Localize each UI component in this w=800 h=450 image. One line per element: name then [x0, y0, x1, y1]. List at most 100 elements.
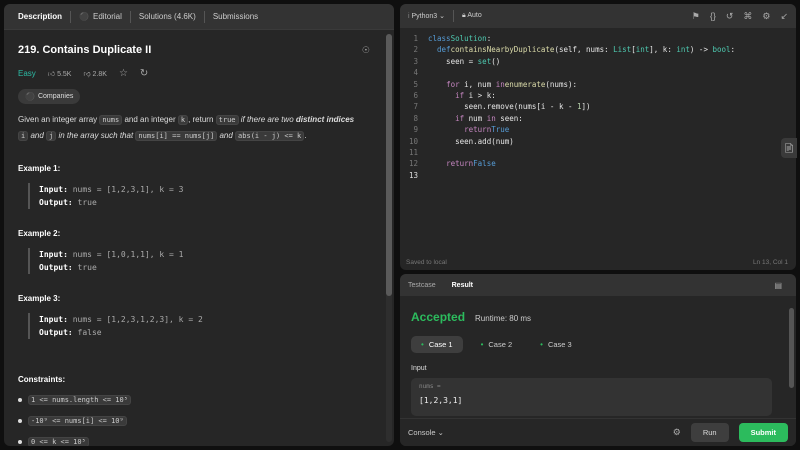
tab-result[interactable]: Result [452, 282, 473, 289]
info-icon[interactable]: ☉ [362, 45, 370, 56]
case-tab-2[interactable]: • Case 2 [471, 336, 523, 353]
statement-text: , return [188, 115, 216, 124]
language-select[interactable]: i Python3 ⌄ [408, 12, 445, 20]
tab-description-label: Description [18, 12, 63, 21]
code-token: in [486, 113, 496, 123]
chevron-down-icon: ⌄ [437, 428, 444, 437]
code-token: ) -> [689, 45, 713, 55]
example-input: nums = [1,2,3,1,2,3], k = 2 [67, 315, 203, 324]
code-token: if [455, 90, 465, 100]
code-line: 11 [400, 148, 796, 159]
tab-description[interactable]: Description [10, 4, 70, 30]
input-label: Input: [39, 250, 68, 259]
share-icon[interactable]: ↻ [140, 68, 148, 79]
code-line: 9 return True [400, 125, 796, 136]
example-input: nums = [1,0,1,1], k = 1 [67, 250, 184, 259]
cursor-position: Ln 13, Col 1 [752, 259, 788, 266]
bookmark-icon[interactable]: ⚑ [692, 11, 700, 22]
constraint-text: -10⁹ <= nums[i] <= 10⁹ [28, 416, 127, 426]
code-token: num [464, 113, 487, 123]
example-title: Example 1: [18, 164, 61, 173]
tab-editorial[interactable]: ⚫ Editorial [71, 4, 130, 30]
lock-icon: ⚫ [25, 92, 35, 101]
check-dot-icon: • [421, 340, 424, 349]
companies-label: Companies [37, 93, 74, 100]
case-tab-3[interactable]: • Case 3 [530, 336, 582, 353]
star-icon[interactable]: ☆ [119, 68, 128, 79]
input-value-box: nums = [1,2,3,1] [411, 378, 772, 416]
example-input: nums = [1,2,3,1], k = 3 [67, 185, 184, 194]
line-number: 10 [408, 136, 418, 146]
code-line: 6 if i > k: [400, 91, 796, 102]
statement-text: in the array such that [56, 131, 136, 140]
collapse-icon[interactable]: ↙ [780, 11, 788, 22]
example-block: Input: nums = [1,2,3,1,2,3], k = 2 Outpu… [28, 313, 370, 339]
debug-icon[interactable]: ⚙ [673, 427, 681, 438]
braces-icon[interactable]: {} [710, 11, 716, 21]
scrollbar-thumb[interactable] [386, 34, 392, 296]
companies-button[interactable]: ⚫ Companies [18, 89, 81, 104]
code-token: enumerate [504, 79, 546, 89]
dislike-button[interactable]: 👎︎ 2.8K [83, 69, 106, 78]
problem-meta: Easy 👍︎ 5.5K 👎︎ 2.8K ☆ ↻ [18, 68, 370, 79]
tab-solutions[interactable]: Solutions (4.6K) [131, 4, 204, 30]
example-output: false [72, 328, 102, 337]
like-button[interactable]: 👍︎ 5.5K [48, 69, 72, 78]
auto-label: Auto [467, 12, 482, 19]
dislike-count: 2.8K [92, 71, 107, 78]
notes-icon[interactable]: 📄︎ [781, 138, 797, 158]
statement-text: Given an integer array [18, 115, 100, 124]
statement-text: and [217, 131, 236, 140]
left-tabbar: Description ⚫ Editorial Solutions (4.6K) … [4, 4, 394, 30]
result-footer: Console ⌄ ⚙ Run Submit [400, 418, 796, 446]
code-token: () [491, 56, 501, 66]
expand-icon[interactable]: ▤ [774, 281, 782, 290]
code-content[interactable]: 1 class Solution: 2 def containsNearbyDup… [400, 34, 796, 182]
description-panel: Description ⚫ Editorial Solutions (4.6K) … [4, 4, 394, 446]
submit-button[interactable]: Submit [738, 423, 788, 442]
line-number: 9 [413, 125, 418, 135]
command-icon[interactable]: ⌘ [743, 11, 752, 22]
statement-text: and [28, 131, 47, 140]
example-block: Input: nums = [1,2,3,1], k = 3 Output: t… [28, 183, 370, 209]
code-line: 3 seen = set() [400, 57, 796, 68]
console-button[interactable]: Console ⌄ [408, 428, 444, 437]
code-token: : [730, 45, 736, 55]
run-button[interactable]: Run [690, 423, 729, 442]
code-line: 1 class Solution: [400, 34, 796, 45]
like-count: 5.5K [57, 71, 72, 78]
scrollbar-thumb[interactable] [789, 308, 794, 388]
line-number: 12 [408, 159, 418, 169]
statement-text: and an integer [122, 115, 178, 124]
tab-testcase[interactable]: Testcase [408, 282, 436, 289]
input-label: Input: [39, 185, 68, 194]
code-token: if [455, 113, 465, 123]
code-token: for [446, 79, 460, 89]
code-token: return [464, 125, 492, 135]
line-number: 11 [408, 147, 418, 157]
result-status-row: Accepted Runtime: 80 ms [411, 310, 796, 324]
auto-mode[interactable]: 🔒︎ Auto [462, 12, 482, 20]
thumbs-up-icon: 👍︎ [47, 71, 56, 78]
code-token: seen.remove(nums[i - k - [428, 102, 578, 112]
code-token: ]) [581, 102, 591, 112]
reset-icon[interactable]: ↺ [726, 11, 734, 22]
output-label: Output: [39, 263, 73, 272]
code-token: i > k: [464, 90, 496, 100]
settings-icon[interactable]: ⚙ [762, 11, 770, 22]
constraint-item: -10⁹ <= nums[i] <= 10⁹ [18, 416, 370, 426]
runtime-text: Runtime: 80 ms [475, 314, 532, 323]
tab-submissions[interactable]: Submissions [205, 4, 266, 30]
code-token: seen = [428, 56, 478, 66]
case-tab-1[interactable]: • Case 1 [411, 336, 463, 353]
line-number: 2 [413, 45, 418, 55]
accepted-status: Accepted [411, 310, 466, 324]
line-number: 4 [413, 68, 418, 78]
input-label: Input: [39, 315, 68, 324]
problem-title: 219. Contains Duplicate II [18, 44, 152, 56]
